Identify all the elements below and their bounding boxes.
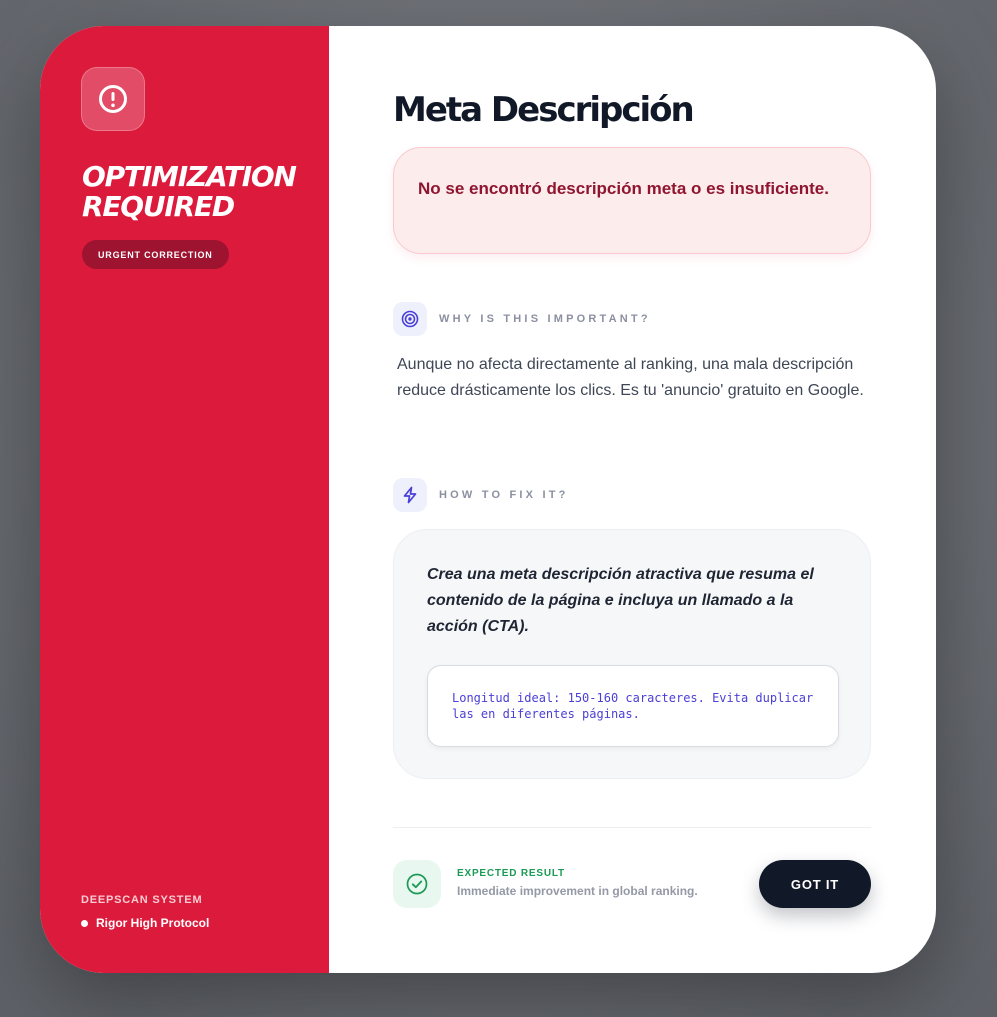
alert-circle-icon bbox=[81, 67, 145, 131]
issue-modal: OPTIMIZATION REQUIRED URGENT CORRECTION … bbox=[40, 26, 936, 973]
expected-result-label: EXPECTED RESULT bbox=[457, 868, 565, 879]
code-snippet: Longitud ideal: 150-160 caracteres. Evit… bbox=[427, 665, 839, 747]
target-icon bbox=[393, 302, 427, 336]
footer-divider bbox=[393, 827, 871, 828]
fix-instructions-box: Crea una meta descripción atractiva que … bbox=[393, 529, 871, 779]
severity-panel: OPTIMIZATION REQUIRED URGENT CORRECTION … bbox=[40, 26, 329, 973]
expected-result-text: Immediate improvement in global ranking. bbox=[457, 884, 698, 898]
system-label: DEEPSCAN SYSTEM bbox=[81, 894, 203, 906]
severity-title-line2: REQUIRED bbox=[82, 190, 235, 223]
fix-text: Crea una meta descripción atractiva que … bbox=[427, 566, 814, 635]
issue-message-box: No se encontró descripción meta o es ins… bbox=[393, 147, 871, 254]
severity-title-line1: OPTIMIZATION bbox=[82, 160, 297, 193]
protocol-status: Rigor High Protocol bbox=[81, 916, 209, 930]
code-text: Longitud ideal: 150-160 caracteres. Evit… bbox=[452, 691, 814, 721]
page-title: Meta Descripción bbox=[393, 90, 695, 130]
check-circle-icon bbox=[393, 860, 441, 908]
urgent-correction-badge: URGENT CORRECTION bbox=[82, 240, 229, 269]
lightning-icon bbox=[393, 478, 427, 512]
fix-section-header: HOW TO FIX IT? bbox=[393, 478, 569, 512]
got-it-button[interactable]: GOT IT bbox=[759, 860, 871, 908]
why-section-header: WHY IS THIS IMPORTANT? bbox=[393, 302, 651, 336]
status-dot-icon bbox=[81, 919, 88, 927]
why-label: WHY IS THIS IMPORTANT? bbox=[439, 313, 651, 325]
issue-message: No se encontró descripción meta o es ins… bbox=[418, 179, 829, 198]
severity-title: OPTIMIZATION REQUIRED bbox=[82, 162, 312, 222]
why-text: Aunque no afecta directamente al ranking… bbox=[397, 356, 864, 399]
protocol-label: Rigor High Protocol bbox=[96, 916, 210, 930]
fix-label: HOW TO FIX IT? bbox=[439, 489, 569, 501]
issue-details: Meta Descripción No se encontró descripc… bbox=[329, 26, 936, 973]
